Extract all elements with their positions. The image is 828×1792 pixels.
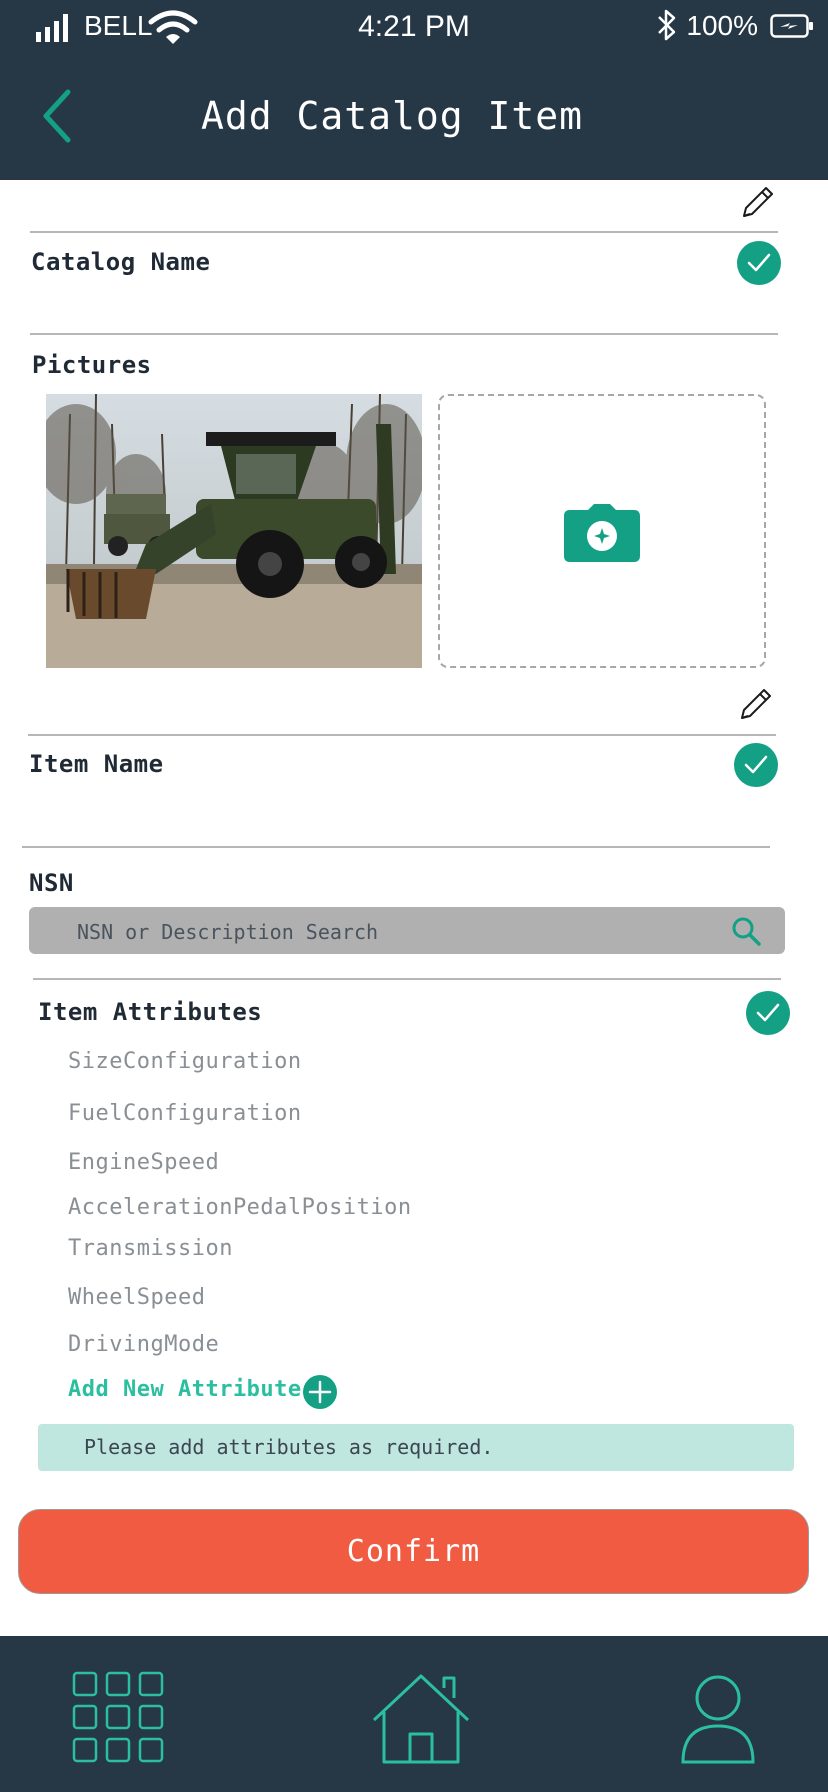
divider — [30, 333, 778, 335]
grid-icon[interactable] — [72, 1671, 164, 1763]
bluetooth-icon — [658, 9, 676, 41]
nsn-label: NSN — [29, 869, 74, 897]
item-name-check-icon — [734, 743, 778, 787]
item-name-label: Item Name — [29, 750, 164, 778]
battery-percent: 100% — [686, 10, 758, 41]
vehicle-photo[interactable] — [46, 394, 422, 668]
add-photo-button[interactable] — [438, 394, 766, 668]
catalog-name-label: Catalog Name — [31, 248, 211, 276]
search-icon[interactable] — [731, 916, 761, 946]
divider — [22, 846, 770, 848]
attribute-item[interactable]: AccelerationPedalPosition — [68, 1195, 412, 1220]
attribute-item[interactable]: SizeConfiguration — [68, 1049, 302, 1074]
attribute-item[interactable]: Transmission — [68, 1236, 233, 1261]
nsn-search-input[interactable] — [75, 907, 719, 956]
nsn-search-bar — [29, 907, 785, 956]
home-icon[interactable] — [372, 1672, 470, 1766]
camera-icon — [564, 504, 640, 562]
edit-catalog-name-pencil-icon[interactable] — [738, 184, 776, 222]
divider — [30, 231, 778, 233]
attribute-item[interactable]: DrivingMode — [68, 1332, 219, 1357]
bottom-tab-bar — [0, 1636, 828, 1792]
divider — [28, 734, 776, 736]
attributes-hint: Please add attributes as required. — [38, 1424, 794, 1471]
status-bar: BELL 4:21 PM 100% — [0, 0, 828, 50]
catalog-name-check-icon — [737, 241, 781, 285]
battery-charging-icon — [770, 14, 813, 38]
attribute-item[interactable]: EngineSpeed — [68, 1150, 219, 1175]
add-attribute-plus-icon[interactable] — [303, 1375, 337, 1409]
divider — [33, 978, 781, 980]
user-icon[interactable] — [680, 1674, 756, 1764]
item-attributes-label: Item Attributes — [38, 998, 263, 1026]
item-attributes-check-icon — [746, 991, 790, 1035]
pictures-label: Pictures — [32, 351, 152, 379]
edit-item-name-pencil-icon[interactable] — [736, 686, 774, 724]
confirm-button[interactable]: Confirm — [18, 1509, 809, 1594]
attribute-item[interactable]: WheelSpeed — [68, 1285, 205, 1310]
attributes-hint-text: Please add attributes as required. — [84, 1435, 494, 1459]
add-new-attribute-link[interactable]: Add New Attribute — [68, 1377, 302, 1402]
app-header: Add Catalog Item — [0, 50, 828, 180]
attribute-item[interactable]: FuelConfiguration — [68, 1101, 302, 1126]
page-title: Add Catalog Item — [200, 94, 584, 138]
